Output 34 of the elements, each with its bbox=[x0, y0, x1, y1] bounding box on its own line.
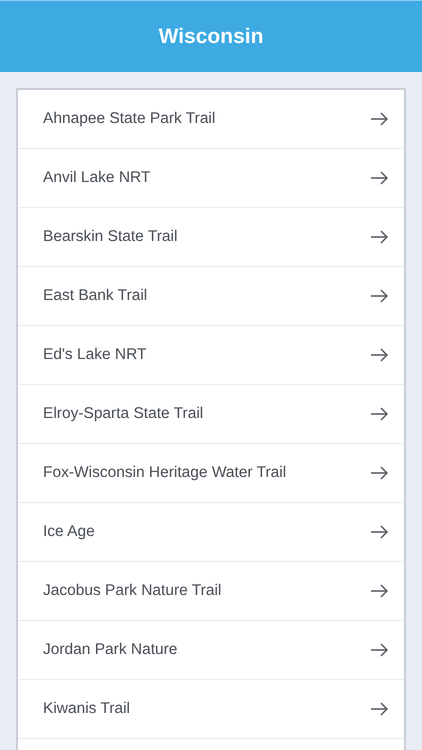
arrow-right-icon bbox=[370, 466, 388, 480]
trail-name: Fox-Wisconsin Heritage Water Trail bbox=[43, 464, 286, 482]
arrow-right-icon bbox=[370, 112, 388, 126]
trail-list-item[interactable]: Ed's Lake NRT bbox=[18, 326, 404, 385]
page-title: Wisconsin bbox=[158, 24, 264, 48]
trail-name: Bearskin State Trail bbox=[43, 228, 178, 246]
trail-list-item[interactable]: Jacobus Park Nature Trail bbox=[18, 562, 404, 621]
trail-name: Ed's Lake NRT bbox=[43, 346, 146, 364]
trail-name: Kiwanis Trail bbox=[43, 700, 130, 718]
trail-name: Ahnapee State Park Trail bbox=[43, 110, 216, 128]
arrow-right-icon bbox=[370, 171, 388, 185]
arrow-right-icon bbox=[370, 348, 388, 362]
arrow-right-icon bbox=[370, 643, 388, 657]
trail-list-item[interactable]: Fox-Wisconsin Heritage Water Trail bbox=[18, 444, 404, 503]
arrow-right-icon bbox=[370, 407, 388, 421]
trail-list-item[interactable]: East Bank Trail bbox=[18, 267, 404, 326]
trail-list-item[interactable]: Jordan Park Nature bbox=[18, 621, 404, 680]
trail-name: Jordan Park Nature bbox=[43, 641, 178, 659]
trail-name: Jacobus Park Nature Trail bbox=[43, 582, 222, 600]
arrow-right-icon bbox=[370, 584, 388, 598]
arrow-right-icon bbox=[370, 230, 388, 244]
trail-list-item[interactable]: Kiwanis Trail bbox=[18, 680, 404, 739]
arrow-right-icon bbox=[370, 289, 388, 303]
trail-name: Ice Age bbox=[43, 523, 95, 541]
trail-list-item[interactable]: Bearskin State Trail bbox=[18, 208, 404, 267]
arrow-right-icon bbox=[370, 702, 388, 716]
trail-list-item[interactable]: Anvil Lake NRT bbox=[18, 149, 404, 208]
trail-name: Elroy-Sparta State Trail bbox=[43, 405, 204, 423]
trail-list-item[interactable]: Elroy-Sparta State Trail bbox=[18, 385, 404, 444]
arrow-right-icon bbox=[370, 525, 388, 539]
trail-list-item[interactable]: Ahnapee State Park Trail bbox=[18, 90, 404, 149]
trail-name: Anvil Lake NRT bbox=[43, 169, 150, 187]
trail-name: East Bank Trail bbox=[43, 287, 148, 305]
trail-list-item[interactable]: Ice Age bbox=[18, 503, 404, 562]
